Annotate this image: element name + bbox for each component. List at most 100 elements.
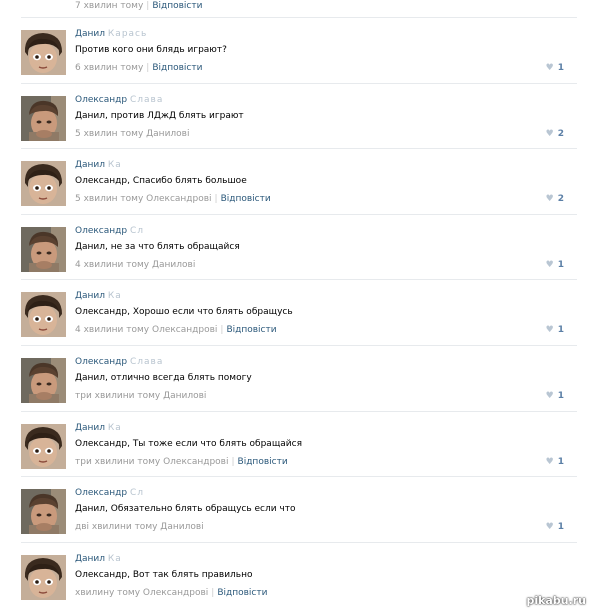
comment-item: Данил Ка Олександр, Вот так блять правиль… bbox=[0, 543, 591, 609]
author-first-name[interactable]: Олександр bbox=[75, 226, 127, 236]
avatar-photo-oleksandr bbox=[21, 95, 66, 141]
comment-partial: 7 хвилин тому | Відповісти bbox=[0, 0, 591, 11]
like-button[interactable]: ♥ 1 bbox=[546, 260, 564, 270]
avatar[interactable] bbox=[21, 423, 66, 469]
comment-meta: три хвилини тому Данилові bbox=[75, 391, 206, 401]
comment-item: Данил Ка Олександр, Спасибо блять большое… bbox=[0, 149, 591, 215]
author-name[interactable]: Олександр Сл bbox=[75, 226, 144, 236]
author-surname-blurred: Сл bbox=[129, 225, 145, 236]
like-button[interactable]: ♥ 1 bbox=[546, 391, 564, 401]
like-count: 1 bbox=[557, 259, 564, 270]
meta-separator: | bbox=[214, 194, 218, 205]
author-first-name[interactable]: Данил bbox=[75, 160, 105, 170]
reply-link[interactable]: Відповісти bbox=[238, 457, 288, 467]
comment-text: Данил, Обязательно блять обращусь если ч… bbox=[75, 504, 296, 515]
author-surname-blurred: Карась bbox=[107, 29, 148, 39]
reply-link[interactable]: Відповісти bbox=[221, 194, 271, 204]
author-name[interactable]: Данил Ка bbox=[75, 160, 122, 170]
avatar[interactable] bbox=[21, 489, 66, 535]
author-name[interactable]: Данил Ка bbox=[75, 554, 122, 564]
author-name[interactable]: Олександр Слава bbox=[75, 357, 163, 367]
heart-icon: ♥ bbox=[545, 63, 554, 73]
comment-item: Олександр Сл Данил, не за что блять обращ… bbox=[0, 215, 591, 281]
comment-time[interactable]: 5 хвилин тому Данилові bbox=[75, 129, 189, 139]
comment-text: Данил, против ЛДжД блять играют bbox=[75, 110, 244, 121]
comment-time[interactable]: 5 хвилин тому Олександрові bbox=[75, 194, 212, 204]
author-first-name[interactable]: Данил bbox=[75, 29, 105, 39]
comment-text: Олександр, Ты тоже если что блять обраща… bbox=[75, 438, 303, 449]
comment-meta: 6 хвилин тому | Відповісти bbox=[75, 63, 202, 73]
comment-meta: 4 хвилини тому Олександрові | Відповісти bbox=[75, 325, 277, 335]
comment-meta: хвилину тому Олександрові | Відповісти bbox=[75, 588, 267, 598]
comment-meta: 7 хвилин тому | Відповісти bbox=[75, 1, 202, 11]
author-surname-blurred: Сл bbox=[129, 488, 145, 499]
comment-text: Против кого они блядь играют? bbox=[75, 45, 227, 55]
like-button[interactable]: ♥ 1 bbox=[546, 522, 564, 532]
meta-separator: | bbox=[220, 325, 224, 336]
author-surname-blurred: Слава bbox=[129, 94, 164, 105]
like-count: 2 bbox=[557, 194, 564, 205]
comment-text: Олександр, Вот так блять правильно bbox=[75, 569, 253, 580]
avatar[interactable] bbox=[21, 554, 66, 600]
comment-meta: 5 хвилин тому Данилові bbox=[75, 129, 189, 139]
comment-time[interactable]: три хвилини тому Олександрові bbox=[75, 457, 228, 467]
comment-meta: 5 хвилин тому Олександрові | Відповісти bbox=[75, 194, 271, 204]
avatar[interactable] bbox=[21, 226, 66, 272]
like-count: 1 bbox=[557, 63, 564, 73]
author-surname-blurred: Ка bbox=[107, 160, 122, 171]
comment-text: Олександр, Спасибо блять большое bbox=[75, 176, 247, 187]
author-first-name[interactable]: Данил bbox=[75, 554, 105, 564]
reply-link[interactable]: Відповісти bbox=[226, 325, 276, 335]
avatar-photo-oleksandr bbox=[21, 226, 66, 272]
comment-time[interactable]: 4 хвилини тому Олександрові bbox=[75, 325, 217, 335]
comment-time[interactable]: дві хвилини тому Данилові bbox=[75, 522, 204, 532]
avatar[interactable] bbox=[21, 292, 66, 338]
author-name[interactable]: Данил Карась bbox=[75, 29, 147, 39]
comment-time[interactable]: три хвилини тому Данилові bbox=[75, 391, 206, 401]
comment-time[interactable]: 6 хвилин тому bbox=[75, 63, 143, 73]
heart-icon: ♥ bbox=[545, 194, 554, 205]
like-button[interactable]: ♥ 2 bbox=[546, 129, 564, 139]
author-first-name[interactable]: Данил bbox=[75, 291, 105, 301]
comment-meta: три хвилини тому Олександрові | Відповісти bbox=[75, 457, 288, 467]
author-name[interactable]: Данил Ка bbox=[75, 423, 122, 433]
heart-icon: ♥ bbox=[545, 259, 554, 270]
comment-item: Данил Ка Олександр, Ты тоже если что блят… bbox=[0, 412, 591, 478]
comment-time[interactable]: хвилину тому Олександрові bbox=[75, 588, 208, 598]
author-first-name[interactable]: Олександр bbox=[75, 488, 127, 498]
heart-icon: ♥ bbox=[545, 325, 554, 336]
like-count: 2 bbox=[557, 128, 564, 139]
author-first-name[interactable]: Данил bbox=[75, 423, 105, 433]
watermark-text: pikabu.ru bbox=[526, 594, 586, 607]
author-first-name[interactable]: Олександр bbox=[75, 95, 127, 105]
comment-item: Олександр Слава Данил, отлично всегда бля… bbox=[0, 346, 591, 412]
reply-link[interactable]: Відповісти bbox=[152, 1, 202, 11]
comment-time[interactable]: 4 хвилини тому Данилові bbox=[75, 260, 195, 270]
author-name[interactable]: Олександр Сл bbox=[75, 488, 144, 498]
like-button[interactable]: ♥ 1 bbox=[546, 63, 564, 73]
avatar-photo-oleksandr bbox=[21, 358, 66, 403]
avatar[interactable] bbox=[21, 161, 66, 207]
like-count: 1 bbox=[557, 325, 564, 336]
comment-item: Данил Карась Против кого они блядь играют… bbox=[0, 18, 591, 84]
author-first-name[interactable]: Олександр bbox=[75, 357, 127, 367]
heart-icon: ♥ bbox=[545, 128, 554, 139]
reply-link[interactable]: Відповісти bbox=[217, 588, 267, 598]
avatar[interactable] bbox=[21, 30, 66, 75]
like-button[interactable]: ♥ 1 bbox=[546, 457, 564, 467]
like-button[interactable]: ♥ 2 bbox=[546, 194, 564, 204]
reply-link[interactable]: Відповісти bbox=[152, 63, 202, 73]
author-name[interactable]: Данил Ка bbox=[75, 291, 122, 301]
like-button[interactable]: ♥ 1 bbox=[546, 325, 564, 335]
avatar-photo-danil bbox=[21, 554, 66, 600]
comment-time[interactable]: 7 хвилин тому bbox=[75, 1, 143, 11]
comment-meta: дві хвилини тому Данилові bbox=[75, 522, 204, 532]
avatar[interactable] bbox=[21, 95, 66, 141]
comment-text: Данил, отлично всегда блять помогу bbox=[75, 373, 252, 383]
author-name[interactable]: Олександр Слава bbox=[75, 95, 163, 105]
comment-item: Данил Ка Олександр, Хорошо если что блять… bbox=[0, 280, 591, 346]
meta-separator: | bbox=[211, 587, 215, 598]
avatar[interactable] bbox=[21, 358, 66, 403]
heart-icon: ♥ bbox=[545, 456, 554, 467]
like-count: 1 bbox=[557, 391, 564, 401]
